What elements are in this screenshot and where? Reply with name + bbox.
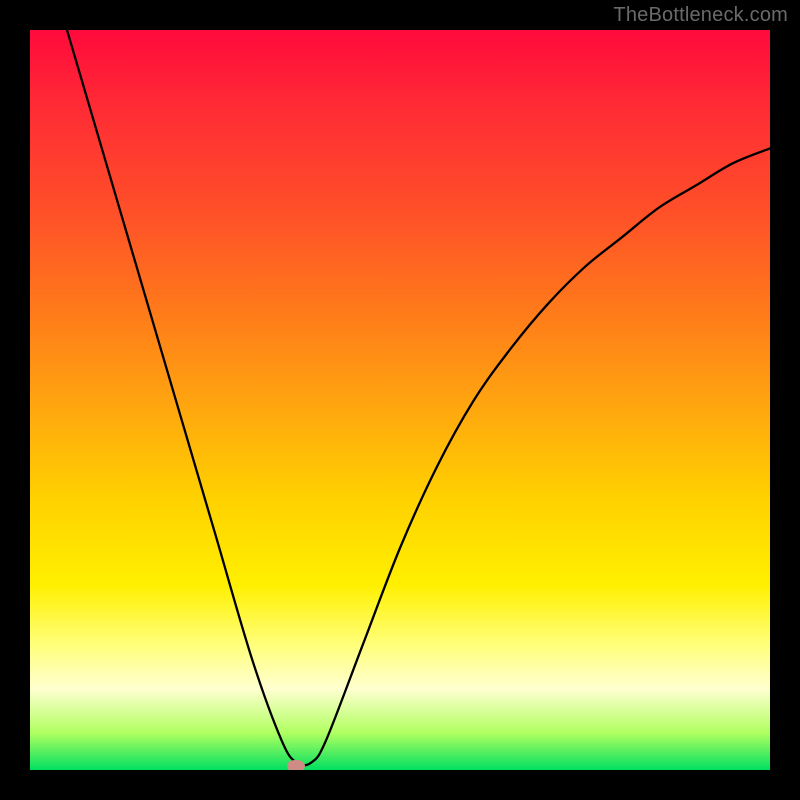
curve-svg: [30, 30, 770, 770]
plot-area: [30, 30, 770, 770]
bottleneck-curve: [67, 30, 770, 765]
optimal-point-marker: [287, 760, 305, 770]
chart-container: TheBottleneck.com: [0, 0, 800, 800]
watermark-text: TheBottleneck.com: [613, 4, 788, 27]
